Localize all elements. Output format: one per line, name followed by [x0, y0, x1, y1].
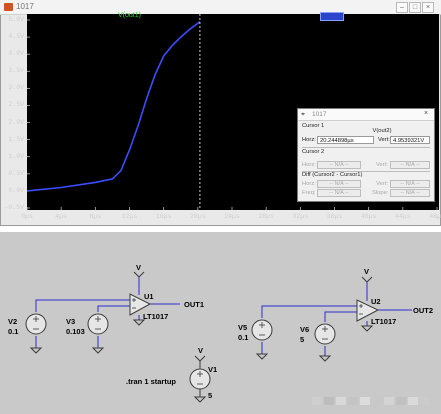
- cursor-flag-icon[interactable]: [320, 12, 344, 21]
- wire[interactable]: [97, 305, 130, 312]
- watermark: [384, 397, 394, 405]
- diff-vert-label: Vert:: [376, 181, 388, 187]
- slope-label: Slope:: [372, 190, 389, 196]
- cursor-panel-title: 1017: [312, 111, 327, 118]
- window-titlebar[interactable]: [0, 0, 441, 15]
- y-tick-label: 4.5V: [8, 33, 24, 41]
- out1-label: OUT1: [184, 300, 204, 309]
- x-tick-label: 48µs: [429, 213, 441, 220]
- supply-label-u1: V: [136, 263, 141, 272]
- watermark: [396, 397, 406, 405]
- divider: [302, 147, 430, 148]
- x-tick-label: 36µs: [326, 213, 343, 220]
- x-tick-label: 0µs: [21, 213, 33, 220]
- diff-label: Diff (Cursor2 - Cursor1): [302, 172, 363, 178]
- cursor2-vert-field: -- N/A --: [390, 161, 430, 169]
- y-tick-label: 1.0V: [8, 152, 24, 160]
- source-value-v5: 0.1: [238, 333, 248, 342]
- watermark: [360, 397, 370, 405]
- supply-source-value: 5: [208, 391, 212, 400]
- cursor-panel-icon: ⌖: [301, 111, 305, 118]
- vert-field[interactable]: 4.9539321V: [390, 136, 430, 144]
- y-tick-label: 3.5V: [8, 67, 24, 75]
- cursor-panel: ⌖ 1017 × Cursor 1 V(out2) Horz: 20.24489…: [297, 108, 435, 202]
- y-tick-label: 1.5V: [8, 135, 24, 143]
- cursor1-label: Cursor 1: [302, 123, 325, 129]
- horz-label: Horz:: [302, 137, 316, 143]
- source-name-v5: V5: [238, 323, 247, 332]
- minimize-button[interactable]: –: [396, 2, 408, 13]
- source-name-v3: V3: [66, 317, 75, 326]
- x-tick-label: 40µs: [360, 213, 377, 220]
- y-tick-label: -0.5V: [4, 204, 24, 211]
- opamp-name-u1: U1: [144, 292, 154, 301]
- schematic-drawing[interactable]: V U1 LT1017 OUT1 V2 0.1 V3 0.103 V U2 LT…: [0, 232, 441, 414]
- y-tick-label: 0.5V: [8, 169, 24, 177]
- close-button[interactable]: ×: [422, 2, 434, 13]
- supply-arrow-icon: [133, 271, 373, 362]
- diff-vert-field: -- N/A --: [390, 180, 430, 188]
- supply-source-name: V1: [208, 365, 217, 374]
- watermark: [372, 397, 382, 405]
- watermark: [324, 397, 334, 405]
- signal-name: V(out2): [372, 128, 392, 134]
- spice-directive[interactable]: .tran 1 startup: [126, 377, 176, 386]
- freq-label: Freq:: [302, 190, 316, 196]
- y-tick-label: 4.0V: [8, 50, 24, 58]
- x-tick-label: 4µs: [55, 213, 67, 220]
- watermark: [348, 397, 358, 405]
- maximize-button[interactable]: □: [409, 2, 421, 13]
- source-value-v2: 0.1: [8, 327, 18, 336]
- window-title: 1017: [16, 2, 34, 11]
- watermark: [420, 397, 430, 405]
- watermark: [312, 397, 322, 405]
- slope-field: -- N/A --: [390, 189, 430, 197]
- supply-label-u2: V: [364, 267, 369, 276]
- wire[interactable]: [324, 311, 357, 322]
- cursor-panel-close-icon[interactable]: ×: [424, 110, 428, 117]
- out2-label: OUT2: [413, 306, 433, 315]
- source-value-v3: 0.103: [66, 327, 85, 336]
- horz-field[interactable]: 20.244898µs: [317, 136, 374, 144]
- x-tick-label: 16µs: [155, 213, 172, 220]
- diff-horz-field: -- N/A --: [317, 180, 361, 188]
- cursor2-horz-field: -- N/A --: [317, 161, 361, 169]
- y-tick-label: 2.5V: [8, 101, 24, 109]
- cursor2-label: Cursor 2: [302, 149, 325, 155]
- watermark: [336, 397, 346, 405]
- x-tick-label: 8µs: [89, 213, 102, 220]
- y-tick-label: 5.0V: [8, 16, 24, 23]
- y-tick-label: 3.0V: [8, 84, 24, 92]
- source-value-v6: 5: [300, 335, 304, 344]
- y-tick-label: 0.0V: [8, 186, 24, 194]
- x-tick-label: 20µs: [190, 213, 206, 220]
- cursor2-horz-label: Horz:: [302, 162, 316, 168]
- opamp-part-u2: LT1017: [371, 317, 396, 326]
- cursor2-vert-label: Vert:: [376, 162, 388, 168]
- x-tick-label: 32µs: [292, 213, 309, 220]
- opamp-part-u1: LT1017: [143, 312, 168, 321]
- x-tick-label: 24µs: [224, 213, 240, 220]
- app-icon: [4, 3, 13, 11]
- x-tick-label: 12µs: [121, 213, 138, 220]
- trace-line[interactable]: [27, 21, 201, 192]
- x-tick-label: 28µs: [258, 213, 274, 220]
- x-tick-label: 44µs: [395, 213, 411, 220]
- supply-net-label: V: [198, 346, 203, 355]
- opamp-name-u2: U2: [371, 297, 381, 306]
- vert-label: Vert:: [378, 137, 390, 143]
- watermark: [408, 397, 418, 405]
- source-name-v2: V2: [8, 317, 17, 326]
- y-tick-label: 2.0V: [8, 118, 24, 126]
- source-name-v6: V6: [300, 325, 309, 334]
- freq-field: -- N/A --: [317, 189, 361, 197]
- diff-horz-label: Horz:: [302, 181, 316, 187]
- trace-label[interactable]: V(out1): [118, 12, 141, 19]
